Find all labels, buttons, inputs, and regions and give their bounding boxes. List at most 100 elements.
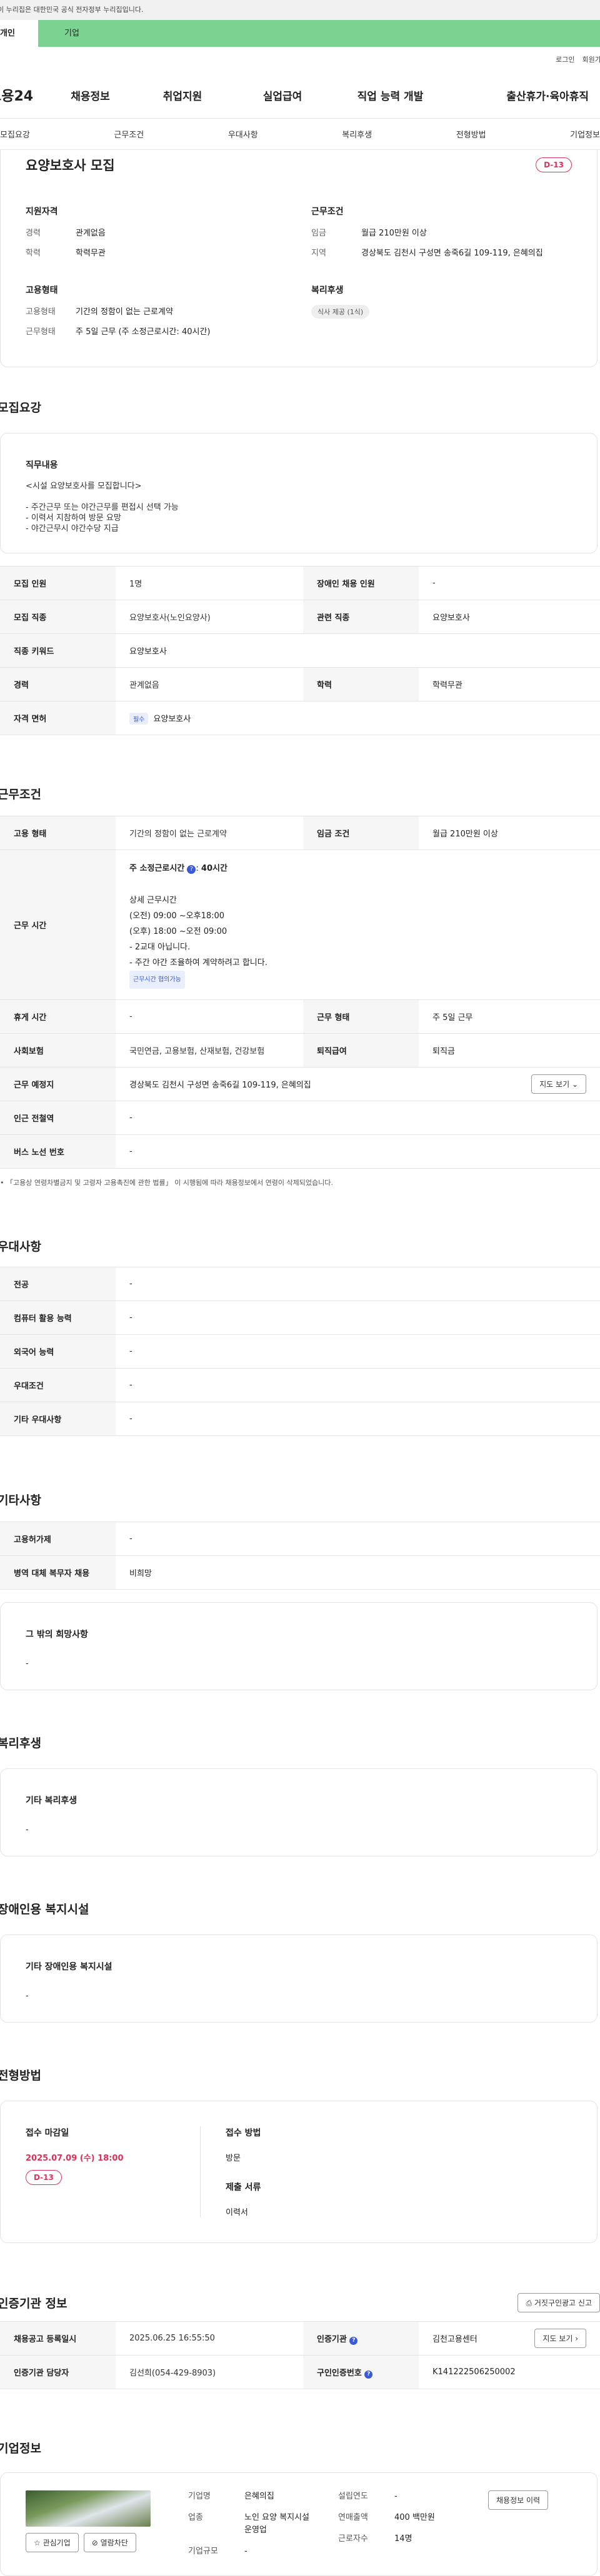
- job-history-button[interactable]: 채용정보 이력: [488, 2490, 549, 2510]
- signup-link[interactable]: 회원가입: [582, 54, 600, 64]
- cell-label: 컴퓨터 활용 능력: [0, 1300, 116, 1335]
- tab-company[interactable]: 기업: [38, 20, 79, 47]
- cell-label: 퇴직급여: [303, 1033, 419, 1068]
- cell-label: 구인인증번호 ?: [303, 2355, 419, 2389]
- tab-personal[interactable]: 개인: [0, 20, 38, 47]
- global-nav: 고용24 채용정보 취업지원 실업급여 직업 능력 개발 출산휴가·육아휴직: [0, 72, 600, 119]
- info-icon[interactable]: ?: [364, 2370, 373, 2379]
- favorite-company-button[interactable]: ☆ 관심기업: [26, 2533, 79, 2552]
- docs-value: 이력서: [226, 2208, 248, 2217]
- subnav-process[interactable]: 전형방법: [456, 128, 486, 140]
- section-title-conditions: 근무조건: [0, 788, 41, 801]
- cell-value: 1명: [116, 566, 303, 600]
- cell-value: -: [116, 1101, 600, 1135]
- company-photo: [26, 2490, 151, 2527]
- cell-value: 2025.06.25 16:55:50: [116, 2321, 303, 2356]
- table-row: 휴게 시간 - 근무 형태 주 5일 근무: [0, 999, 600, 1034]
- section-title-company: 기업정보: [0, 2442, 41, 2455]
- table-row: 전공 -: [0, 1267, 600, 1301]
- cell-value: K141222506250002: [419, 2355, 600, 2389]
- label: 임금: [311, 229, 326, 238]
- subnav-preferences[interactable]: 우대사항: [228, 128, 258, 140]
- cell-value: 요양보호사: [116, 633, 600, 668]
- card-value: -: [26, 1659, 29, 1668]
- duty-heading: 직무내용: [26, 460, 58, 470]
- gnb-unemployment-benefit[interactable]: 실업급여: [242, 87, 323, 103]
- info-icon[interactable]: ?: [349, 2336, 358, 2345]
- gov-banner: 이 누리집은 대한민국 공식 전자정부 누리집입니다.: [0, 0, 600, 20]
- report-fake-ad-button[interactable]: ⎙ 거짓구인광고 신고: [518, 2293, 600, 2312]
- login-link[interactable]: 로그인: [556, 54, 574, 64]
- cell-label: 직종 키워드: [0, 633, 116, 668]
- cell-value: -: [116, 1267, 600, 1301]
- block-view-button[interactable]: ⊘ 열람차단: [83, 2533, 136, 2552]
- gnb-jobs[interactable]: 채용정보: [58, 87, 123, 103]
- docs-heading: 제출 서류: [226, 2182, 261, 2192]
- conditions-heading: 근무조건: [311, 207, 344, 217]
- value: 경상북도 김천시 구성면 송죽6길 109-119, 은혜의집: [361, 249, 543, 258]
- label: 연매출액: [338, 2513, 368, 2522]
- disabled-facilities-card: 기타 장애인용 복지시설 -: [0, 1934, 598, 2023]
- cell-value: 관계없음: [116, 667, 303, 701]
- cell-value: 국민연금, 고용보험, 산재보험, 건강보험: [116, 1033, 303, 1068]
- table-row: 사회보험 국민연금, 고용보험, 산재보험, 건강보험 퇴직급여 퇴직금: [0, 1033, 600, 1068]
- place-value: 경상북도 김천시 구성면 송죽6길 109-119, 은혜의집: [129, 1081, 311, 1090]
- cell-label: 인증기관 ?: [303, 2321, 419, 2356]
- cell-value: -: [116, 1402, 600, 1436]
- cert-map-button[interactable]: 지도 보기 ›: [534, 2329, 586, 2348]
- cell-label: 모집 인원: [0, 566, 116, 600]
- section-title-disabled-facilities: 장애인용 복지시설: [0, 1903, 89, 1916]
- table-row: 고용허가제 -: [0, 1522, 600, 1556]
- section-title-recruit: 모집요강: [0, 401, 41, 415]
- label: 설립연도: [338, 2492, 368, 2501]
- cell-value: 기간의 정함이 없는 근로계약: [116, 816, 303, 850]
- cell-label: 고용 형태: [0, 816, 116, 850]
- dday-badge: D-13: [26, 2170, 62, 2185]
- cell-label: 관련 직종: [303, 600, 419, 634]
- card-value: -: [26, 1825, 29, 1835]
- table-row: 채용공고 등록일시 2025.06.25 16:55:50 인증기관 ? 김천고용센터…: [0, 2321, 600, 2356]
- cell-label: 기타 우대사항: [0, 1402, 116, 1436]
- gnb-parental-leave[interactable]: 출산휴가·육아휴직: [458, 87, 589, 103]
- cell-value: -: [116, 999, 303, 1034]
- job-title: 요양보호사 모집: [26, 158, 115, 173]
- cell-value: 필수 요양보호사: [116, 701, 600, 735]
- table-row: 자격 면허 필수 요양보호사: [0, 701, 600, 735]
- value: 기간의 정함이 없는 근로계약: [76, 307, 173, 317]
- cell-label: 장애인 채용 인원: [303, 566, 419, 600]
- map-view-button[interactable]: 지도 보기 ⌄: [531, 1074, 586, 1094]
- deadline-block: 접수 마감일 2025.07.09 (수) 18:00 D-13: [26, 2126, 201, 2217]
- info-icon[interactable]: ?: [187, 865, 196, 874]
- certification-table: 채용공고 등록일시 2025.06.25 16:55:50 인증기관 ? 김천고용센터…: [0, 2321, 600, 2389]
- weekly-hours-label: 주 소정근로시간: [129, 864, 185, 873]
- welfare-card: 기타 복리후생 -: [0, 1768, 598, 1856]
- qualification-heading: 지원자격: [26, 207, 58, 217]
- cell-label: 채용공고 등록일시: [0, 2321, 116, 2356]
- employment-heading: 고용형태: [26, 285, 58, 295]
- value: 노인 요양 복지시설 운영업: [244, 2513, 309, 2535]
- cell-label: 외국어 능력: [0, 1334, 116, 1369]
- cell-label: 휴게 시간: [0, 999, 116, 1034]
- subnav-company[interactable]: 기업정보: [570, 128, 600, 140]
- conditions-block: 근무조건 임금 월급 210만원 이상 지역 경상북도 김천시 구성면 송죽6길 1…: [311, 205, 572, 266]
- gnb-employment-support[interactable]: 취업지원: [123, 87, 242, 103]
- subnav-recruit[interactable]: 모집요강: [0, 128, 30, 140]
- subnav-conditions[interactable]: 근무조건: [114, 128, 144, 140]
- conditions-table: 고용 형태 기간의 정함이 없는 근로계약 임금 조건 월급 210만원 이상 근무 …: [0, 816, 600, 1169]
- subnav-welfare[interactable]: 복리후생: [342, 128, 372, 140]
- label: 근로자수: [338, 2534, 368, 2544]
- method-heading: 접수 방법: [226, 2128, 261, 2138]
- table-row: 인근 전철역 -: [0, 1101, 600, 1135]
- site-logo[interactable]: 고용24: [0, 85, 58, 105]
- label: 기업명: [188, 2492, 211, 2501]
- table-row: 컴퓨터 활용 능력 -: [0, 1300, 600, 1335]
- time-detail-title: 상세 근무시간: [129, 896, 177, 905]
- label: 근무형태: [26, 327, 56, 337]
- cell-label: 자격 면허: [0, 701, 116, 735]
- cell-value: 요양보호사(노인요양사): [116, 600, 303, 634]
- cell-label: 임금 조건: [303, 816, 419, 850]
- card-heading: 기타 복리후생: [26, 1796, 78, 1806]
- table-row: 경력 관계없음 학력 학력무관: [0, 667, 600, 701]
- label: 학력: [26, 249, 41, 258]
- gnb-training[interactable]: 직업 능력 개발: [323, 87, 458, 103]
